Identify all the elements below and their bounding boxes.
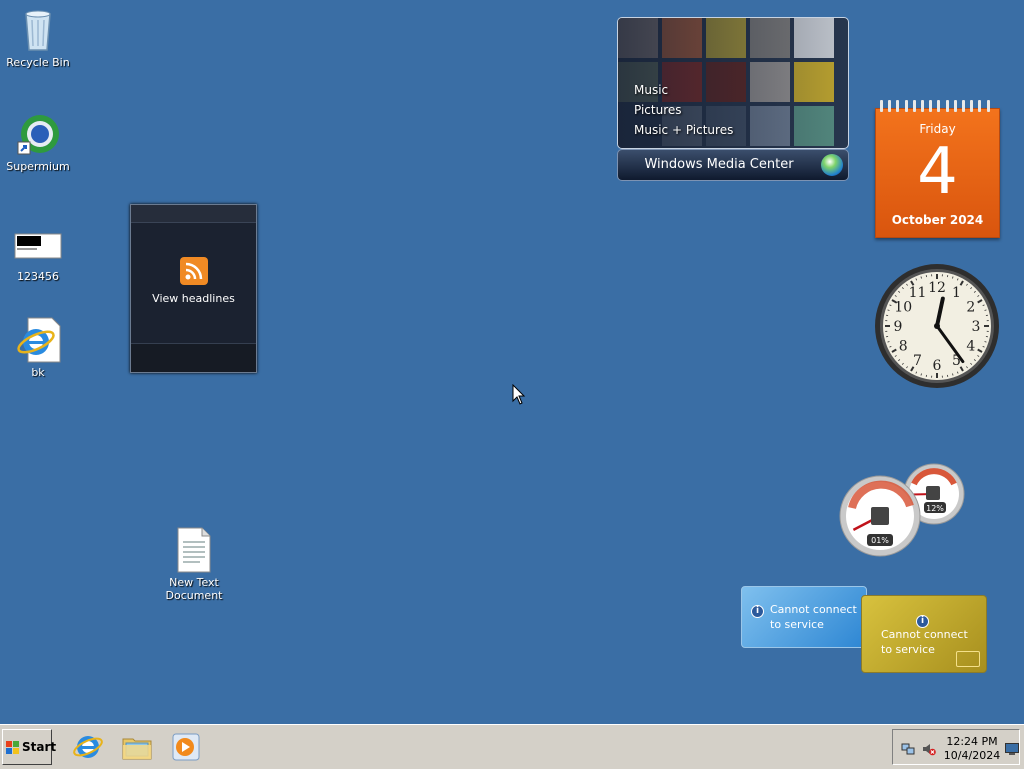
stocks-chart-icon	[956, 651, 980, 667]
clock-numeral: 10	[894, 300, 912, 316]
media-tiles-panel: Music Pictures Music + Pictures	[617, 17, 849, 149]
image-file-123456[interactable]: 123456	[0, 220, 76, 283]
media-menu-music-pictures[interactable]: Music + Pictures	[634, 120, 733, 140]
file-123456-label: 123456	[0, 270, 76, 283]
notification-area: 12:24 PM 10/4/2024	[892, 729, 1020, 765]
media-menu-pictures[interactable]: Pictures	[634, 100, 733, 120]
media-center-menu: Music Pictures Music + Pictures	[634, 80, 733, 140]
internet-explorer-file-icon	[14, 316, 62, 364]
clock-numeral: 3	[972, 319, 981, 335]
recycle-bin-label: Recycle Bin	[0, 56, 76, 69]
windows-orb-icon	[821, 154, 843, 176]
taskbar: Start	[0, 724, 1024, 769]
clock-numeral: 8	[899, 339, 908, 355]
calendar-ring	[978, 100, 981, 112]
calendar-ring	[954, 100, 957, 112]
calendar-ring	[946, 100, 949, 112]
clock-numeral: 4	[966, 339, 975, 355]
calendar-day: 4	[876, 137, 999, 207]
text-document-icon	[170, 526, 218, 574]
feed-gadget-footer	[131, 343, 256, 372]
clock-numeral: 7	[913, 353, 922, 369]
show-desktop-icon[interactable]	[1005, 740, 1019, 752]
media-menu-music[interactable]: Music	[634, 80, 733, 100]
calendar-ring	[987, 100, 990, 112]
calendar-weekday: Friday	[876, 122, 999, 136]
folder-icon[interactable]	[121, 731, 153, 763]
taskbar-date: 10/4/2024	[943, 749, 1001, 763]
media-center-gadget: Music Pictures Music + Pictures Windows …	[617, 17, 849, 182]
calendar-month-year: October 2024	[876, 213, 999, 227]
bk-shortcut[interactable]: bk	[0, 316, 76, 379]
clock-numeral: 2	[966, 300, 975, 316]
clock-numeral: 1	[952, 285, 961, 301]
calendar-ring	[937, 100, 940, 112]
calendar-ring	[921, 100, 924, 112]
clock-numeral: 6	[933, 358, 942, 374]
clock-face: 121234567891011	[874, 263, 1000, 389]
calendar-ring	[905, 100, 908, 112]
media-center-title: Windows Media Center	[618, 157, 820, 172]
supermium-shortcut[interactable]: Supermium	[0, 110, 76, 173]
clock-numeral: 9	[894, 319, 903, 335]
stocks-gadget[interactable]: i Cannot connect to service	[861, 595, 987, 673]
calendar-ring	[913, 100, 916, 112]
start-button[interactable]: Start	[2, 729, 52, 765]
media-player-icon[interactable]	[170, 731, 202, 763]
clock-numeral: 12	[928, 280, 946, 296]
clock-gadget[interactable]: 121234567891011	[874, 263, 1000, 389]
recycle-bin-icon[interactable]: Recycle Bin	[0, 6, 76, 69]
volume-muted-icon[interactable]	[922, 741, 936, 755]
calendar-ring	[896, 100, 899, 112]
bk-label: bk	[0, 366, 76, 379]
calendar-page: Friday 4 October 2024	[875, 108, 1000, 238]
memory-usage-value: 12%	[926, 504, 944, 513]
weather-gadget[interactable]: i Cannot connect to service	[741, 586, 867, 648]
taskbar-clock[interactable]: 12:24 PM 10/4/2024	[943, 735, 1001, 763]
view-headlines-link[interactable]: View headlines	[131, 292, 256, 305]
feed-gadget-header	[131, 205, 256, 223]
cpu-meter-gadget[interactable]: 12% 01%	[838, 462, 966, 558]
info-icon: i	[751, 602, 764, 618]
supermium-label: Supermium	[0, 160, 76, 173]
trash-can-icon	[14, 6, 62, 54]
calendar-ring	[962, 100, 965, 112]
weather-status: Cannot connect to service	[770, 602, 862, 632]
start-label: Start	[22, 740, 56, 754]
cpu-usage-value: 01%	[871, 536, 889, 545]
info-icon: i	[916, 612, 929, 628]
new-text-document-label: New Text Document	[156, 576, 232, 602]
clock-numeral: 11	[909, 285, 927, 301]
rss-icon[interactable]	[180, 257, 208, 285]
new-text-document-icon[interactable]: New Text Document	[156, 526, 232, 602]
calendar-ring	[888, 100, 891, 112]
calendar-gadget[interactable]: Friday 4 October 2024	[875, 100, 1000, 238]
taskbar-time: 12:24 PM	[943, 735, 1001, 749]
calendar-ring	[880, 100, 883, 112]
image-thumbnail-icon	[14, 220, 62, 268]
mouse-cursor-icon	[512, 384, 526, 406]
calendar-ring	[929, 100, 932, 112]
calendar-rings	[880, 100, 995, 112]
feed-headlines-gadget[interactable]: View headlines	[130, 204, 257, 373]
windows-flag-icon	[6, 741, 19, 754]
internet-explorer-icon[interactable]	[72, 731, 104, 763]
calendar-ring	[970, 100, 973, 112]
media-center-title-bar[interactable]: Windows Media Center	[617, 149, 849, 181]
network-icon[interactable]	[901, 741, 915, 755]
supermium-browser-icon	[14, 110, 62, 158]
